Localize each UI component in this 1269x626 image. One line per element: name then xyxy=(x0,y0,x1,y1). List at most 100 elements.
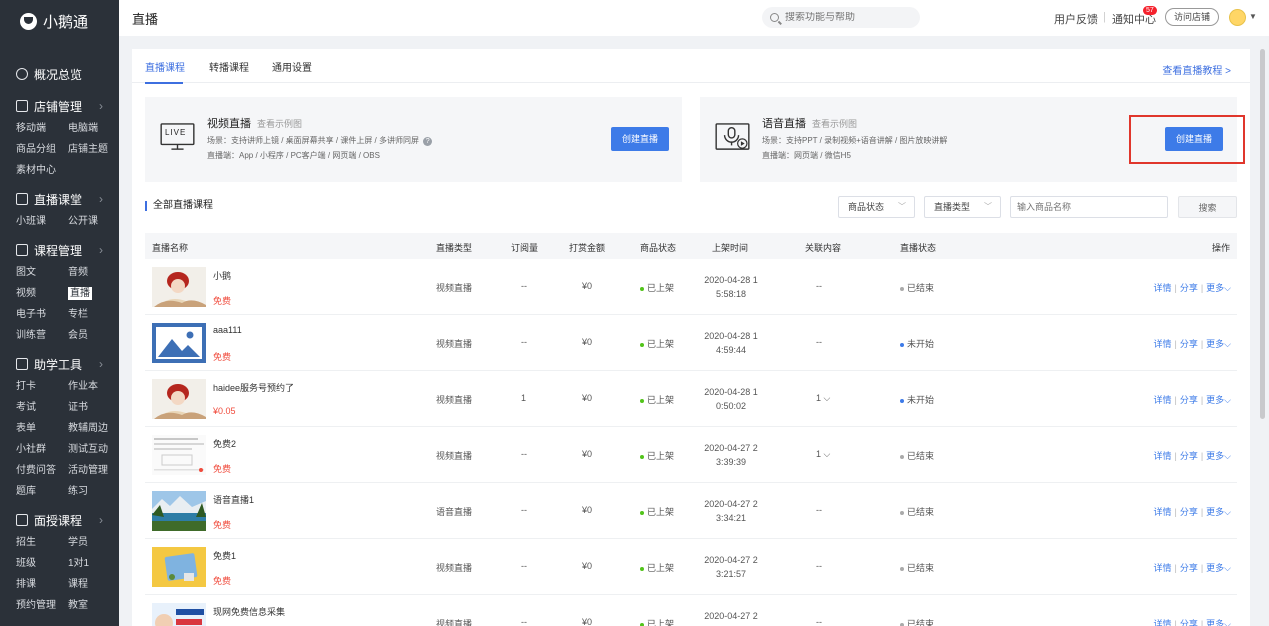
sidebar-subitem[interactable]: 学员 xyxy=(68,532,119,553)
tab-live-courses[interactable]: 直播课程 xyxy=(145,59,185,74)
sidebar-subitem[interactable]: 打卡 xyxy=(16,376,68,397)
sidebar-subitem[interactable]: 电子书 xyxy=(16,304,68,325)
sidebar-subitem[interactable]: 作业本 xyxy=(68,376,119,397)
course-name[interactable]: 语音直播1 xyxy=(213,493,254,506)
share-link[interactable]: 分享 xyxy=(1180,395,1198,405)
share-link[interactable]: 分享 xyxy=(1180,283,1198,293)
table-row[interactable]: haidee服务号预约了 ¥0.05 视频直播 1 ¥0 已上架 2020-04-28 1 0… xyxy=(145,371,1237,427)
tab-relay-courses[interactable]: 转播课程 xyxy=(209,59,249,74)
more-dropdown[interactable]: 更多⌵ xyxy=(1206,451,1231,461)
course-name[interactable]: haidee服务号预约了 xyxy=(213,381,294,394)
table-row[interactable]: 小鹅 免费 视频直播 -- ¥0 已上架 2020-04-28 1 5:58:18 -- 已结束 详… xyxy=(145,259,1237,315)
detail-link[interactable]: 详情 xyxy=(1153,507,1171,517)
sidebar-subitem[interactable]: 小班课 xyxy=(16,211,68,232)
sidebar-subitem[interactable]: 店铺主题 xyxy=(68,139,119,160)
sidebar-subitem[interactable]: 活动管理 xyxy=(68,460,119,481)
detail-link[interactable]: 详情 xyxy=(1153,563,1171,573)
sidebar-subitem[interactable]: 训练营 xyxy=(16,325,68,346)
more-dropdown[interactable]: 更多⌵ xyxy=(1206,507,1231,517)
more-dropdown[interactable]: 更多⌵ xyxy=(1206,339,1231,349)
table-row[interactable]: aaa111 免费 视频直播 -- ¥0 已上架 2020-04-28 1 4:59:44 --… xyxy=(145,315,1237,371)
sidebar-section-live-classroom[interactable]: 直播课堂 › xyxy=(0,187,119,211)
course-thumbnail[interactable] xyxy=(152,547,206,587)
sidebar-subitem[interactable]: 素材中心 xyxy=(16,160,68,181)
sidebar-subitem[interactable]: 小社群 xyxy=(16,439,68,460)
course-name[interactable]: 现网免费信息采集 xyxy=(213,605,285,618)
more-dropdown[interactable]: 更多⌵ xyxy=(1206,619,1231,626)
logo[interactable]: 小鹅通 xyxy=(0,0,119,42)
course-thumbnail[interactable] xyxy=(152,603,206,626)
feedback-link[interactable]: 用户反馈 xyxy=(1054,11,1098,27)
sidebar-subitem[interactable]: 音频 xyxy=(68,262,119,283)
course-name[interactable]: aaa111 xyxy=(213,325,242,335)
detail-link[interactable]: 详情 xyxy=(1153,395,1171,405)
search-button[interactable]: 搜索 xyxy=(1178,196,1237,218)
sidebar-subitem[interactable]: 课程 xyxy=(68,574,119,595)
course-thumbnail[interactable] xyxy=(152,491,206,531)
more-dropdown[interactable]: 更多⌵ xyxy=(1206,563,1231,573)
create-video-live-button[interactable]: 创建直播 xyxy=(611,127,670,151)
sidebar-subitem[interactable]: 表单 xyxy=(16,418,68,439)
share-link[interactable]: 分享 xyxy=(1180,619,1198,626)
sidebar-subitem[interactable]: 商品分组 xyxy=(16,139,68,160)
product-name-input[interactable] xyxy=(1010,196,1168,218)
table-row[interactable]: 现网免费信息采集 视频直播 -- ¥0 已上架 2020-04-27 2 -- 已结束 详情 | 分… xyxy=(145,595,1237,626)
avatar[interactable] xyxy=(1229,9,1246,26)
sidebar-subitem[interactable]: 预约管理 xyxy=(16,595,68,616)
sidebar-subitem[interactable]: 练习 xyxy=(68,481,119,502)
live-type-select[interactable]: 直播类型 ﹀ xyxy=(924,196,1001,218)
sidebar-subitem[interactable]: 移动端 xyxy=(16,118,68,139)
sidebar-subitem[interactable]: 公开课 xyxy=(68,211,119,232)
video-live-sample-link[interactable]: 查看示例图 xyxy=(257,119,302,129)
global-search-input[interactable] xyxy=(785,12,905,23)
product-status-select[interactable]: 商品状态 ﹀ xyxy=(838,196,915,218)
table-row[interactable]: 免费2 免费 视频直播 -- ¥0 已上架 2020-04-27 2 3:39:39 1 ⌵ 已结… xyxy=(145,427,1237,483)
sidebar-item-overview[interactable]: 概况总览 xyxy=(0,60,119,88)
tab-general-settings[interactable]: 通用设置 xyxy=(272,59,312,74)
related-content[interactable]: 1 ⌵ xyxy=(816,449,830,460)
more-dropdown[interactable]: 更多⌵ xyxy=(1206,395,1231,405)
sidebar-subitem[interactable]: 图文 xyxy=(16,262,68,283)
sidebar-subitem[interactable]: 教室 xyxy=(68,595,119,616)
course-thumbnail[interactable] xyxy=(152,379,206,419)
view-tutorial-link[interactable]: 查看直播教程 > xyxy=(1162,62,1231,77)
sidebar-subitem[interactable]: 题库 xyxy=(16,481,68,502)
scrollbar[interactable] xyxy=(1260,49,1265,419)
sidebar-subitem[interactable]: 付费问答 xyxy=(16,460,68,481)
sidebar-section-offline[interactable]: 面授课程 › xyxy=(0,508,119,532)
sidebar-subitem[interactable]: 考试 xyxy=(16,397,68,418)
share-link[interactable]: 分享 xyxy=(1180,507,1198,517)
chevron-down-icon[interactable]: ▼ xyxy=(1249,12,1257,21)
sidebar-subitem[interactable]: 专栏 xyxy=(68,304,119,325)
sidebar-subitem[interactable]: 1对1 xyxy=(68,553,119,574)
sidebar-section-course[interactable]: 课程管理 › xyxy=(0,238,119,262)
detail-link[interactable]: 详情 xyxy=(1153,339,1171,349)
sidebar-section-shop[interactable]: 店铺管理 › xyxy=(0,94,119,118)
audio-live-sample-link[interactable]: 查看示例图 xyxy=(812,119,857,129)
table-row[interactable]: 免费1 免费 视频直播 -- ¥0 已上架 2020-04-27 2 3:21:57 -- 已结束… xyxy=(145,539,1237,595)
share-link[interactable]: 分享 xyxy=(1180,563,1198,573)
course-thumbnail[interactable] xyxy=(152,267,206,307)
sidebar-subitem[interactable]: 排课 xyxy=(16,574,68,595)
course-name[interactable]: 小鹅 xyxy=(213,269,231,282)
detail-link[interactable]: 详情 xyxy=(1153,451,1171,461)
sidebar-subitem[interactable]: 直播 xyxy=(68,283,119,304)
sidebar-subitem[interactable]: 教辅周边 xyxy=(68,418,119,439)
sidebar-subitem[interactable]: 招生 xyxy=(16,532,68,553)
sidebar-subitem[interactable]: 会员 xyxy=(68,325,119,346)
sidebar-subitem[interactable]: 测试互动 xyxy=(68,439,119,460)
related-content[interactable]: 1 ⌵ xyxy=(816,393,830,404)
visit-store-button[interactable]: 访问店铺 xyxy=(1165,8,1220,26)
more-dropdown[interactable]: 更多⌵ xyxy=(1206,283,1231,293)
share-link[interactable]: 分享 xyxy=(1180,339,1198,349)
course-thumbnail[interactable] xyxy=(152,323,206,363)
table-row[interactable]: 语音直播1 免费 语音直播 -- ¥0 已上架 2020-04-27 2 3:34:21 -- 已… xyxy=(145,483,1237,539)
detail-link[interactable]: 详情 xyxy=(1153,619,1171,626)
sidebar-subitem[interactable]: 电脑端 xyxy=(68,118,119,139)
help-icon[interactable]: ? xyxy=(423,137,433,146)
course-thumbnail[interactable] xyxy=(152,435,206,475)
detail-link[interactable]: 详情 xyxy=(1153,283,1171,293)
sidebar-subitem[interactable]: 证书 xyxy=(68,397,119,418)
sidebar-section-tools[interactable]: 助学工具 › xyxy=(0,352,119,376)
course-name[interactable]: 免费1 xyxy=(213,549,236,562)
